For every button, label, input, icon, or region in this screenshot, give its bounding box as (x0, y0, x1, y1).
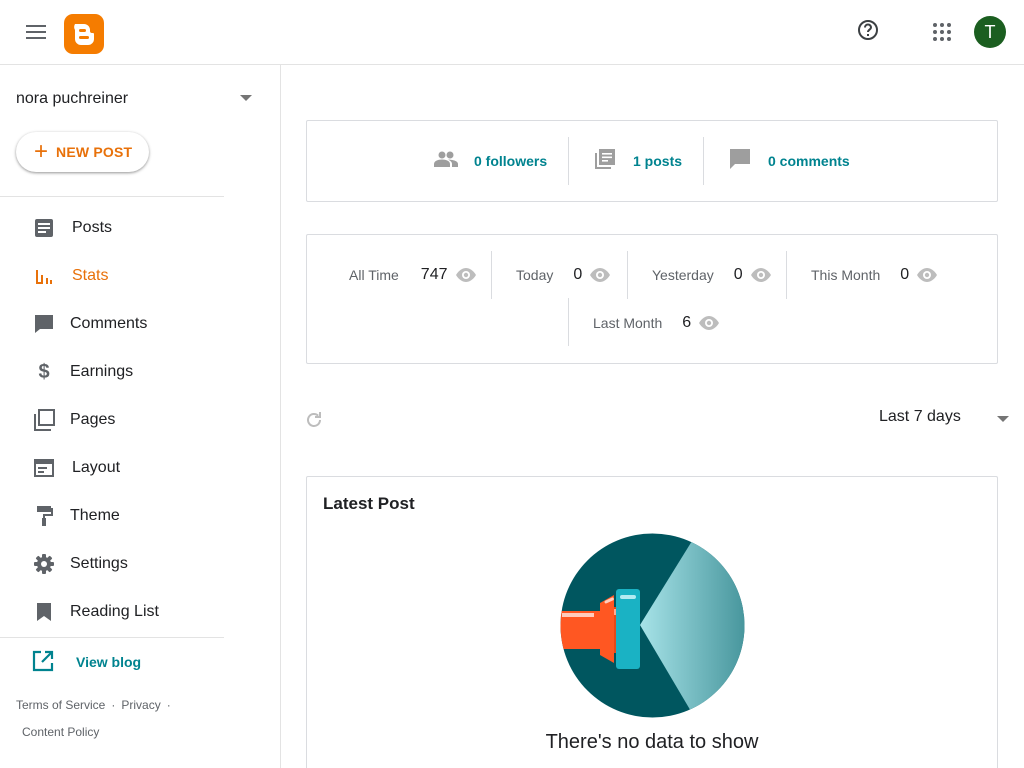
separator-dot: · (111, 698, 116, 712)
dollar-icon: $ (38, 360, 50, 383)
privacy-link[interactable]: Privacy (121, 698, 160, 712)
stat-value: 747 (420, 266, 448, 283)
sidebar-item-label: Reading List (70, 603, 159, 620)
caret-down-icon (240, 95, 252, 101)
stat-value: 0 (733, 266, 743, 283)
stat-this-month: This Month 0 (811, 263, 938, 287)
stats-divider (491, 251, 492, 299)
stat-today: Today 0 (516, 263, 611, 287)
sidebar-item-posts[interactable]: Posts (0, 208, 224, 248)
stat-value: 6 (682, 314, 692, 331)
comment-icon (730, 148, 750, 174)
sidebar-item-layout[interactable]: Layout (0, 448, 224, 488)
layout-icon (32, 456, 56, 480)
new-post-label: NEW POST (56, 144, 133, 160)
posts-link[interactable]: 1 posts (595, 121, 682, 201)
stat-label: Last Month (593, 315, 663, 331)
eye-icon (455, 265, 476, 285)
sidebar-item-label: Stats (72, 267, 109, 284)
terms-link[interactable]: Terms of Service (16, 698, 105, 712)
sidebar-item-label: Theme (70, 507, 120, 524)
stats-divider (627, 251, 628, 299)
latest-post-card: Latest Post There's no data to show (306, 476, 998, 768)
sidebar-item-label: Earnings (70, 363, 134, 380)
blogger-logo-icon[interactable] (64, 14, 104, 54)
paint-roller-icon (32, 504, 56, 528)
date-range-value: Last 7 days (879, 408, 961, 425)
comments-link[interactable]: 0 comments (730, 121, 850, 201)
sidebar-item-label: Comments (70, 315, 148, 332)
eye-icon (590, 265, 611, 285)
sidebar-item-label: Pages (70, 411, 116, 428)
avatar-initial: T (984, 21, 996, 42)
no-data-illustration (560, 533, 745, 718)
stats-divider (568, 298, 569, 346)
pageviews-stats-card: All Time 747 Today 0 Yesterday 0 This Mo… (306, 234, 998, 364)
pages-icon (32, 408, 56, 432)
followers-count: 0 followers (474, 153, 548, 169)
sidebar-divider (0, 196, 224, 197)
new-post-button[interactable]: + NEW POST (16, 132, 149, 172)
footer-links: Terms of Service · Privacy · Content Policy (16, 692, 216, 746)
eye-icon (750, 265, 771, 285)
date-range-select[interactable]: Last 7 days (879, 408, 1014, 432)
plus-icon: + (34, 138, 49, 165)
eye-icon (917, 265, 938, 285)
eye-icon (699, 313, 720, 333)
stat-label: All Time (349, 267, 399, 283)
sidebar-item-earnings[interactable]: $ Earnings (0, 352, 224, 392)
stat-yesterday: Yesterday 0 (652, 263, 771, 287)
sidebar-divider (0, 637, 224, 638)
stat-value: 0 (573, 266, 583, 283)
sidebar-item-label: Posts (72, 219, 113, 236)
content-policy-link[interactable]: Content Policy (22, 725, 99, 739)
sidebar-item-settings[interactable]: Settings (0, 544, 224, 584)
sidebar-item-theme[interactable]: Theme (0, 496, 224, 536)
followers-link[interactable]: 0 followers (434, 121, 547, 201)
stats-icon (32, 264, 56, 288)
view-blog-label: View blog (76, 654, 142, 670)
posts-count: 1 posts (633, 153, 683, 169)
sidebar-item-stats[interactable]: Stats (0, 256, 224, 296)
gear-icon (32, 552, 56, 576)
stat-label: Today (516, 267, 554, 283)
view-blog-link[interactable]: View blog (0, 642, 224, 682)
comments-count: 0 comments (768, 153, 850, 169)
separator-dot: · (166, 698, 171, 712)
caret-down-icon (997, 416, 1009, 422)
posts-library-icon (595, 148, 615, 174)
sidebar-item-reading-list[interactable]: Reading List (0, 592, 224, 632)
latest-post-title: Latest Post (323, 494, 415, 513)
stat-value: 0 (900, 266, 910, 283)
sidebar-item-pages[interactable]: Pages (0, 400, 224, 440)
summary-divider (703, 137, 704, 185)
sidebar-item-label: Layout (72, 459, 121, 476)
blog-selector[interactable]: nora puchreiner (16, 87, 256, 111)
open-in-new-icon (32, 650, 56, 674)
summary-divider (568, 137, 569, 185)
avatar[interactable]: T (974, 16, 1006, 48)
apps-grid-icon[interactable] (926, 16, 958, 48)
blog-name: nora puchreiner (16, 90, 129, 107)
top-app-bar: T (0, 0, 1024, 65)
stat-all-time: All Time 747 (349, 263, 476, 287)
people-icon (434, 151, 458, 172)
sidebar-item-comments[interactable]: Comments (0, 304, 224, 344)
empty-state-message: There's no data to show (545, 731, 759, 753)
bookmark-icon (32, 600, 56, 624)
posts-icon (32, 216, 56, 240)
help-icon[interactable] (852, 14, 884, 46)
stat-last-month: Last Month 6 (593, 311, 720, 335)
sidebar-item-label: Settings (70, 555, 128, 572)
stats-divider (786, 251, 787, 299)
sidebar: nora puchreiner + NEW POST Posts Stats C… (0, 65, 281, 768)
stat-label: Yesterday (652, 267, 714, 283)
blog-summary-card: 0 followers 1 posts 0 comments (306, 120, 998, 202)
refresh-icon[interactable] (304, 410, 324, 430)
hamburger-menu-icon[interactable] (20, 16, 52, 48)
stat-label: This Month (811, 267, 881, 283)
comments-icon (32, 312, 56, 336)
